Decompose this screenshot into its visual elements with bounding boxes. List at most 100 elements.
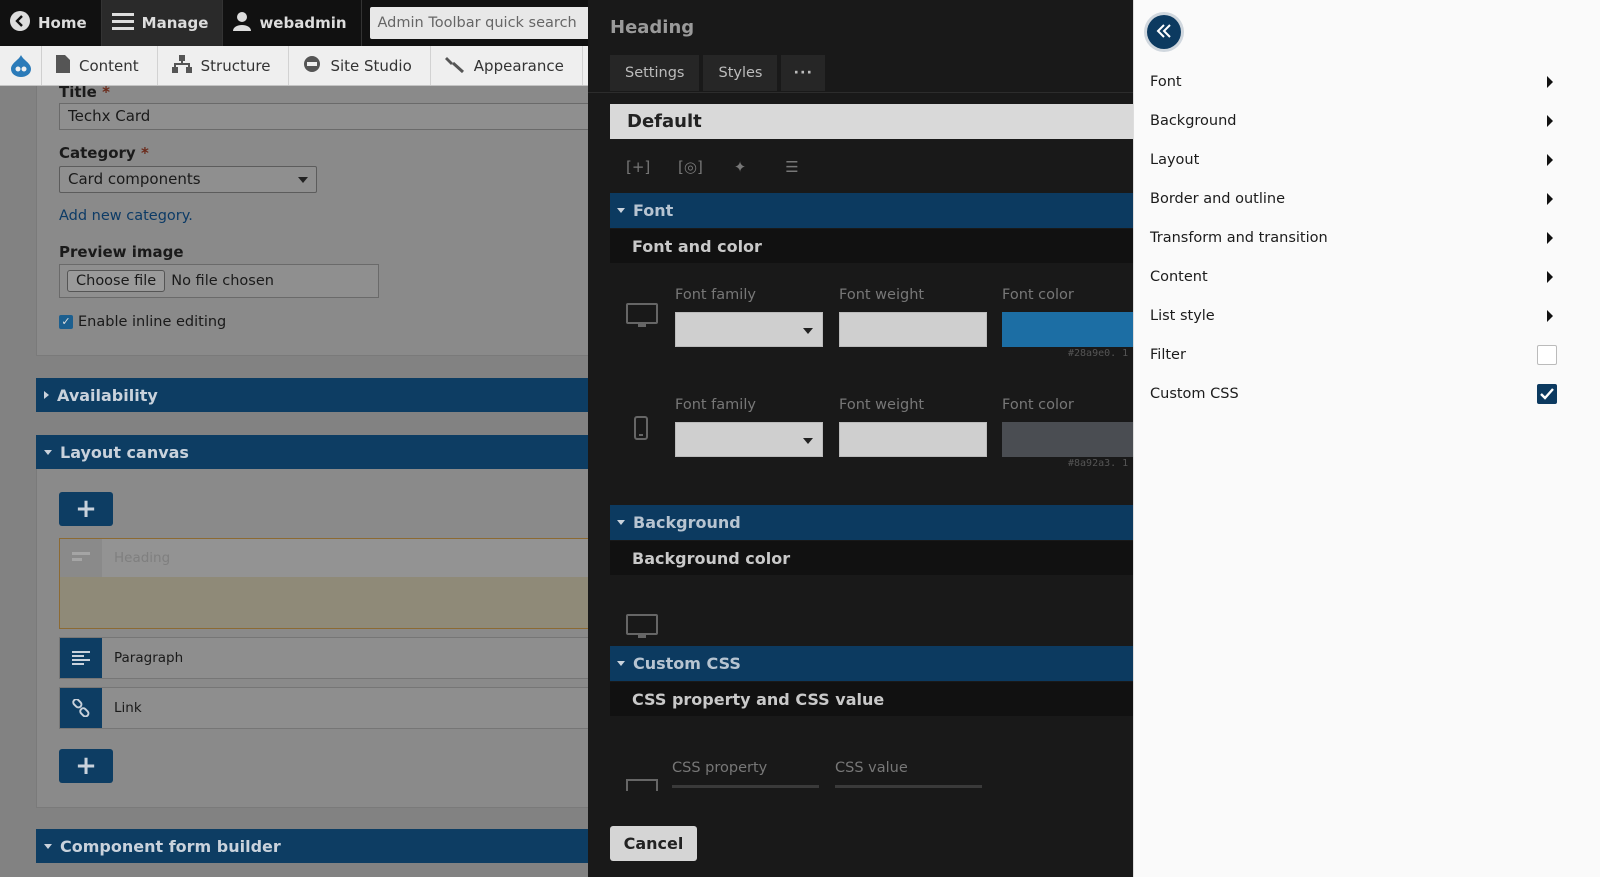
canvas-item-link[interactable]: Link: [59, 687, 600, 729]
site-studio-icon: [303, 55, 321, 77]
preview-image-label: Preview image: [59, 243, 184, 261]
desktop-font-weight-label: Font weight: [839, 287, 925, 303]
chevron-down-icon: [803, 328, 813, 334]
style-option-label: Layout: [1150, 151, 1200, 168]
expanded-arrow-icon: [617, 661, 625, 666]
style-option-font[interactable]: Font: [1150, 62, 1555, 101]
inline-editing-checkbox[interactable]: ✓ Enable inline editing: [59, 314, 226, 330]
chevron-right-icon: [1547, 114, 1553, 127]
mobile-font-color-swatch[interactable]: [1002, 422, 1133, 457]
collapse-panel-button[interactable]: [1147, 15, 1181, 49]
canvas-item-heading[interactable]: Heading: [59, 538, 600, 629]
heading-icon: [60, 539, 102, 577]
add-component-button-top[interactable]: +: [59, 492, 113, 526]
document-icon: [56, 54, 70, 77]
style-option-layout[interactable]: Layout: [1150, 140, 1555, 179]
availability-section[interactable]: Availability: [36, 378, 600, 412]
style-default-bar[interactable]: Default: [610, 104, 1133, 139]
canvas-item-heading-label: Heading: [114, 550, 171, 566]
modal-title: Heading: [610, 17, 695, 38]
search-icon[interactable]: [◎]: [678, 158, 703, 176]
checked-checkbox[interactable]: [1537, 383, 1557, 404]
add-category-link[interactable]: Add new category.: [59, 208, 193, 224]
style-properties-panel: Font Background Layout Border and outline Tr…: [1133, 0, 1600, 877]
mobile-font-family-label: Font family: [675, 397, 756, 413]
desktop-font-color-label: Font color: [1002, 287, 1074, 303]
cancel-button[interactable]: Cancel: [610, 826, 697, 861]
tray-structure[interactable]: Structure: [158, 46, 290, 85]
style-toolbar: [+] [◎] ✦ ☰: [626, 158, 802, 176]
toolbar-home[interactable]: Home: [0, 0, 102, 46]
expand-all-icon[interactable]: [+]: [626, 158, 650, 176]
chevron-right-icon: [1547, 75, 1553, 88]
css-property-input[interactable]: [672, 785, 819, 788]
plus-icon: +: [75, 494, 97, 524]
checkmark-icon: [1540, 387, 1554, 400]
admin-toolbar-search[interactable]: Admin Toolbar quick search: [369, 7, 592, 39]
tray-appearance[interactable]: Appearance: [431, 46, 583, 85]
inline-editing-label: Enable inline editing: [78, 314, 227, 330]
preview-image-input[interactable]: Choose file No file chosen: [59, 264, 379, 298]
hamburger-icon: [111, 12, 134, 34]
style-option-filter[interactable]: Filter: [1150, 335, 1557, 374]
background-section-header[interactable]: Background: [610, 505, 1133, 540]
tray-content[interactable]: Content: [42, 46, 158, 85]
add-component-button-bottom[interactable]: +: [59, 749, 113, 783]
tray-appearance-label: Appearance: [473, 56, 564, 75]
style-option-background[interactable]: Background: [1150, 101, 1555, 140]
link-icon: [60, 688, 102, 728]
desktop-font-family-select[interactable]: [675, 312, 823, 347]
css-value-input[interactable]: [835, 785, 982, 788]
tab-divider: [588, 92, 1133, 93]
component-form-builder-section[interactable]: Component form builder: [36, 829, 600, 863]
font-section-header[interactable]: Font: [610, 193, 1133, 228]
style-option-custom-css[interactable]: Custom CSS: [1150, 374, 1557, 413]
desktop-font-weight-input[interactable]: [839, 312, 987, 347]
checkmark-icon: ✓: [59, 315, 73, 329]
component-form-builder-label: Component form builder: [60, 836, 281, 856]
layout-canvas-section[interactable]: Layout canvas: [36, 435, 600, 469]
unchecked-checkbox[interactable]: [1537, 344, 1557, 365]
list-icon[interactable]: ☰: [782, 158, 802, 176]
desktop-font-color-swatch[interactable]: [1002, 312, 1133, 347]
custom-css-section-header[interactable]: Custom CSS: [610, 646, 1133, 681]
mobile-font-weight-input[interactable]: [839, 422, 987, 457]
modal-tabs: Settings Styles ···: [610, 55, 825, 91]
style-option-list-style[interactable]: List style: [1150, 296, 1555, 335]
desktop-icon: [626, 776, 658, 795]
chevron-right-icon: [1547, 192, 1553, 205]
style-option-border-and-outline[interactable]: Border and outline: [1150, 179, 1555, 218]
chevron-right-icon: [1547, 309, 1553, 322]
tray-site-studio[interactable]: Site Studio: [289, 46, 431, 85]
choose-file-button[interactable]: Choose file: [67, 270, 166, 292]
toolbar-home-label: Home: [38, 14, 87, 32]
category-label: Category *: [59, 144, 149, 162]
paragraph-icon: [60, 638, 102, 678]
expanded-arrow-icon: [44, 449, 52, 455]
title-input[interactable]: Techx Card: [59, 103, 600, 130]
mobile-font-family-select[interactable]: [675, 422, 823, 457]
drupal-logo-icon[interactable]: [0, 46, 42, 85]
category-select[interactable]: Card components: [59, 166, 317, 193]
sparkle-icon[interactable]: ✦: [730, 158, 750, 176]
style-option-label: Filter: [1150, 346, 1186, 363]
canvas-item-link-label: Link: [114, 700, 142, 716]
css-property-label: CSS property: [672, 760, 768, 776]
style-option-transform-and-transition[interactable]: Transform and transition: [1150, 218, 1555, 257]
toolbar-user[interactable]: webadmin: [223, 0, 362, 46]
toolbar-manage-label: Manage: [141, 14, 209, 32]
canvas-item-paragraph[interactable]: Paragraph: [59, 637, 600, 679]
style-option-content[interactable]: Content: [1150, 257, 1555, 296]
tab-settings[interactable]: Settings: [610, 55, 700, 91]
expanded-arrow-icon: [44, 843, 52, 849]
tab-styles[interactable]: Styles: [703, 55, 778, 91]
desktop-icon: [626, 614, 658, 644]
style-option-label: Border and outline: [1150, 190, 1286, 207]
font-section-label: Font: [633, 201, 674, 220]
toolbar-manage[interactable]: Manage: [101, 0, 224, 46]
style-option-label: Content: [1150, 268, 1208, 285]
search-placeholder: Admin Toolbar quick search: [377, 15, 577, 31]
chevron-right-icon: [1547, 231, 1553, 244]
no-file-text: No file chosen: [171, 273, 274, 289]
tab-more[interactable]: ···: [781, 55, 825, 91]
